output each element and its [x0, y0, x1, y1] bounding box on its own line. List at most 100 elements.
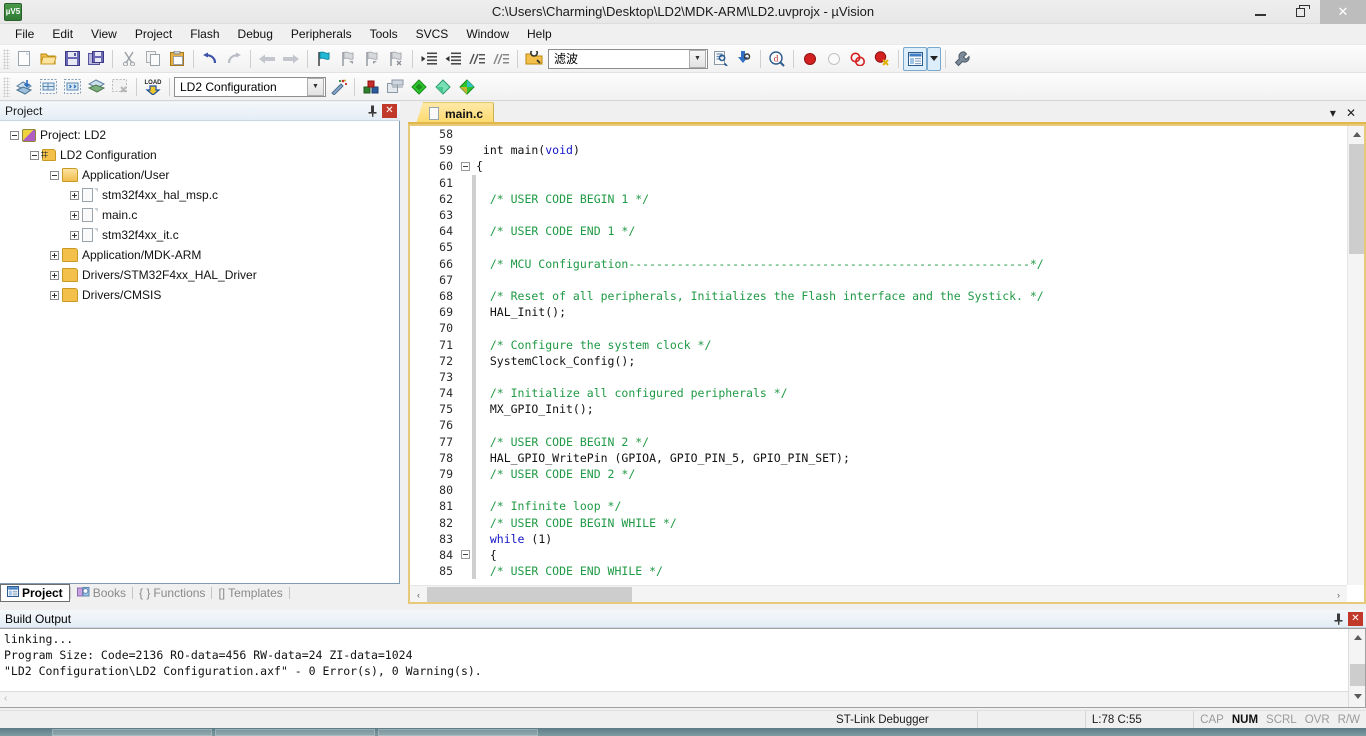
tree-expander-icon[interactable] — [70, 191, 79, 200]
insert-breakpoint-icon[interactable] — [798, 47, 822, 71]
browse-code-icon[interactable]: d — [765, 47, 789, 71]
tree-item-target[interactable]: LD2 Configuration — [0, 145, 399, 165]
tree-expander-icon[interactable] — [50, 291, 59, 300]
menu-file[interactable]: File — [6, 25, 43, 43]
tree-expander-icon[interactable] — [50, 251, 59, 260]
open-file-icon[interactable] — [36, 47, 60, 71]
menu-help[interactable]: Help — [518, 25, 561, 43]
scroll-right-button[interactable]: › — [1330, 586, 1347, 603]
menu-view[interactable]: View — [82, 25, 126, 43]
find-in-files-icon[interactable] — [708, 47, 732, 71]
tree-item-application-mdk-arm[interactable]: Application/MDK-ARM — [0, 245, 399, 265]
navigate-forward-icon[interactable] — [279, 47, 303, 71]
indent-right-icon[interactable] — [417, 47, 441, 71]
fold-toggle[interactable] — [458, 162, 472, 171]
disable-breakpoint-icon[interactable] — [822, 47, 846, 71]
search-dropdown-icon[interactable]: ▼ — [689, 50, 706, 68]
menu-edit[interactable]: Edit — [43, 25, 82, 43]
tree-item-stm32f4xx-it-c[interactable]: stm32f4xx_it.c — [0, 225, 399, 245]
cut-icon[interactable] — [117, 47, 141, 71]
taskbar-item[interactable] — [378, 729, 538, 736]
redo-icon[interactable] — [222, 47, 246, 71]
tree-expander-icon[interactable] — [50, 271, 59, 280]
menu-debug[interactable]: Debug — [229, 25, 282, 43]
incremental-find-icon[interactable] — [732, 47, 756, 71]
build-output-vertical-scrollbar[interactable] — [1348, 629, 1365, 707]
scroll-left-button[interactable]: ‹ — [410, 586, 427, 603]
editor-tab-main-c[interactable]: main.c — [416, 102, 494, 124]
scroll-up-button[interactable] — [1348, 126, 1365, 143]
pack-installer-icon[interactable] — [431, 75, 455, 99]
tree-expander-icon[interactable] — [10, 131, 19, 140]
options-for-target-icon[interactable] — [359, 75, 383, 99]
fold-minus-icon[interactable] — [461, 550, 470, 559]
editor-vertical-scrollbar[interactable] — [1347, 126, 1364, 585]
close-button[interactable]: ✕ — [1320, 0, 1366, 24]
navigate-back-icon[interactable] — [255, 47, 279, 71]
menu-peripherals[interactable]: Peripherals — [282, 25, 361, 43]
menu-tools[interactable]: Tools — [361, 25, 407, 43]
tab-books[interactable]: Books — [71, 584, 132, 602]
tree-expander-icon[interactable] — [70, 231, 79, 240]
download-icon[interactable]: LOAD — [141, 75, 165, 99]
configure-toolbar-icon[interactable] — [950, 47, 974, 71]
tree-item-drivers-cmsis[interactable]: Drivers/CMSIS — [0, 285, 399, 305]
save-all-icon[interactable] — [84, 47, 108, 71]
build-output-horizontal-scrollbar[interactable]: ‹ — [0, 691, 1348, 707]
manage-run-time-environment-icon[interactable] — [407, 75, 431, 99]
tree-expander-icon[interactable] — [70, 211, 79, 220]
rebuild-all-icon[interactable] — [60, 75, 84, 99]
manage-components-icon[interactable] — [455, 75, 479, 99]
tab-templates[interactable]: [] Templates — [212, 584, 288, 602]
build-output-body[interactable]: linking... Program Size: Code=2136 RO-da… — [0, 628, 1366, 708]
tree-expander-icon[interactable] — [50, 171, 59, 180]
taskbar-item[interactable] — [52, 729, 212, 736]
tab-project[interactable]: Project — [0, 584, 70, 602]
save-icon[interactable] — [60, 47, 84, 71]
code-editor[interactable]: 58 59 int main(void) 60{ 61 62 /* USER C… — [408, 124, 1366, 604]
restore-button[interactable] — [1280, 0, 1320, 24]
translate-file-icon[interactable] — [12, 75, 36, 99]
search-input[interactable]: 滤波 — [554, 50, 689, 67]
menu-window[interactable]: Window — [457, 25, 518, 43]
menu-project[interactable]: Project — [126, 25, 181, 43]
tree-item-drivers-hal[interactable]: Drivers/STM32F4xx_HAL_Driver — [0, 265, 399, 285]
comment-selection-icon[interactable] — [465, 47, 489, 71]
manage-project-items-icon[interactable] — [383, 75, 407, 99]
target-select[interactable]: LD2 Configuration ▼ — [174, 77, 326, 97]
editor-horizontal-scrollbar[interactable]: ‹ › — [410, 585, 1347, 602]
editor-close-icon[interactable]: ✕ — [1346, 106, 1356, 120]
search-combo[interactable]: 滤波 ▼ — [548, 49, 708, 69]
vertical-scroll-thumb[interactable] — [1349, 144, 1364, 254]
editor-window-list-icon[interactable]: ▾ — [1330, 106, 1336, 120]
tree-expander-icon[interactable] — [30, 151, 39, 160]
project-panel-pin-icon[interactable] — [365, 104, 379, 118]
target-options-magic-wand-icon[interactable] — [326, 75, 350, 99]
project-panel-close-button[interactable]: ✕ — [382, 104, 397, 118]
build-toolbar-grip[interactable] — [3, 77, 10, 97]
find-in-files-folder-icon[interactable] — [522, 47, 546, 71]
stop-build-icon[interactable] — [108, 75, 132, 99]
build-output-close-button[interactable]: ✕ — [1348, 612, 1363, 626]
paste-icon[interactable] — [165, 47, 189, 71]
build-scroll-down-button[interactable] — [1349, 688, 1366, 705]
clear-bookmarks-icon[interactable] — [384, 47, 408, 71]
fold-toggle[interactable] — [458, 550, 472, 559]
tree-item-project[interactable]: Project: LD2 — [0, 125, 399, 145]
minimize-button[interactable] — [1240, 0, 1280, 24]
menu-flash[interactable]: Flash — [181, 25, 228, 43]
build-output-pin-icon[interactable] — [1331, 612, 1345, 626]
uncomment-selection-icon[interactable] — [489, 47, 513, 71]
manage-windows-icon[interactable] — [903, 47, 927, 71]
batch-build-icon[interactable] — [84, 75, 108, 99]
next-bookmark-icon[interactable] — [360, 47, 384, 71]
project-tree[interactable]: Project: LD2 LD2 Configuration Applicati… — [0, 121, 400, 584]
tree-item-stm32f4xx-hal-msp-c[interactable]: stm32f4xx_hal_msp.c — [0, 185, 399, 205]
code-lines[interactable]: 58 59 int main(void) 60{ 61 62 /* USER C… — [410, 126, 1347, 585]
toolbar-grip[interactable] — [3, 49, 10, 69]
undo-icon[interactable] — [198, 47, 222, 71]
indent-left-icon[interactable] — [441, 47, 465, 71]
fold-minus-icon[interactable] — [461, 162, 470, 171]
tab-functions[interactable]: { } Functions — [133, 584, 211, 602]
build-vertical-scroll-thumb[interactable] — [1350, 664, 1365, 686]
